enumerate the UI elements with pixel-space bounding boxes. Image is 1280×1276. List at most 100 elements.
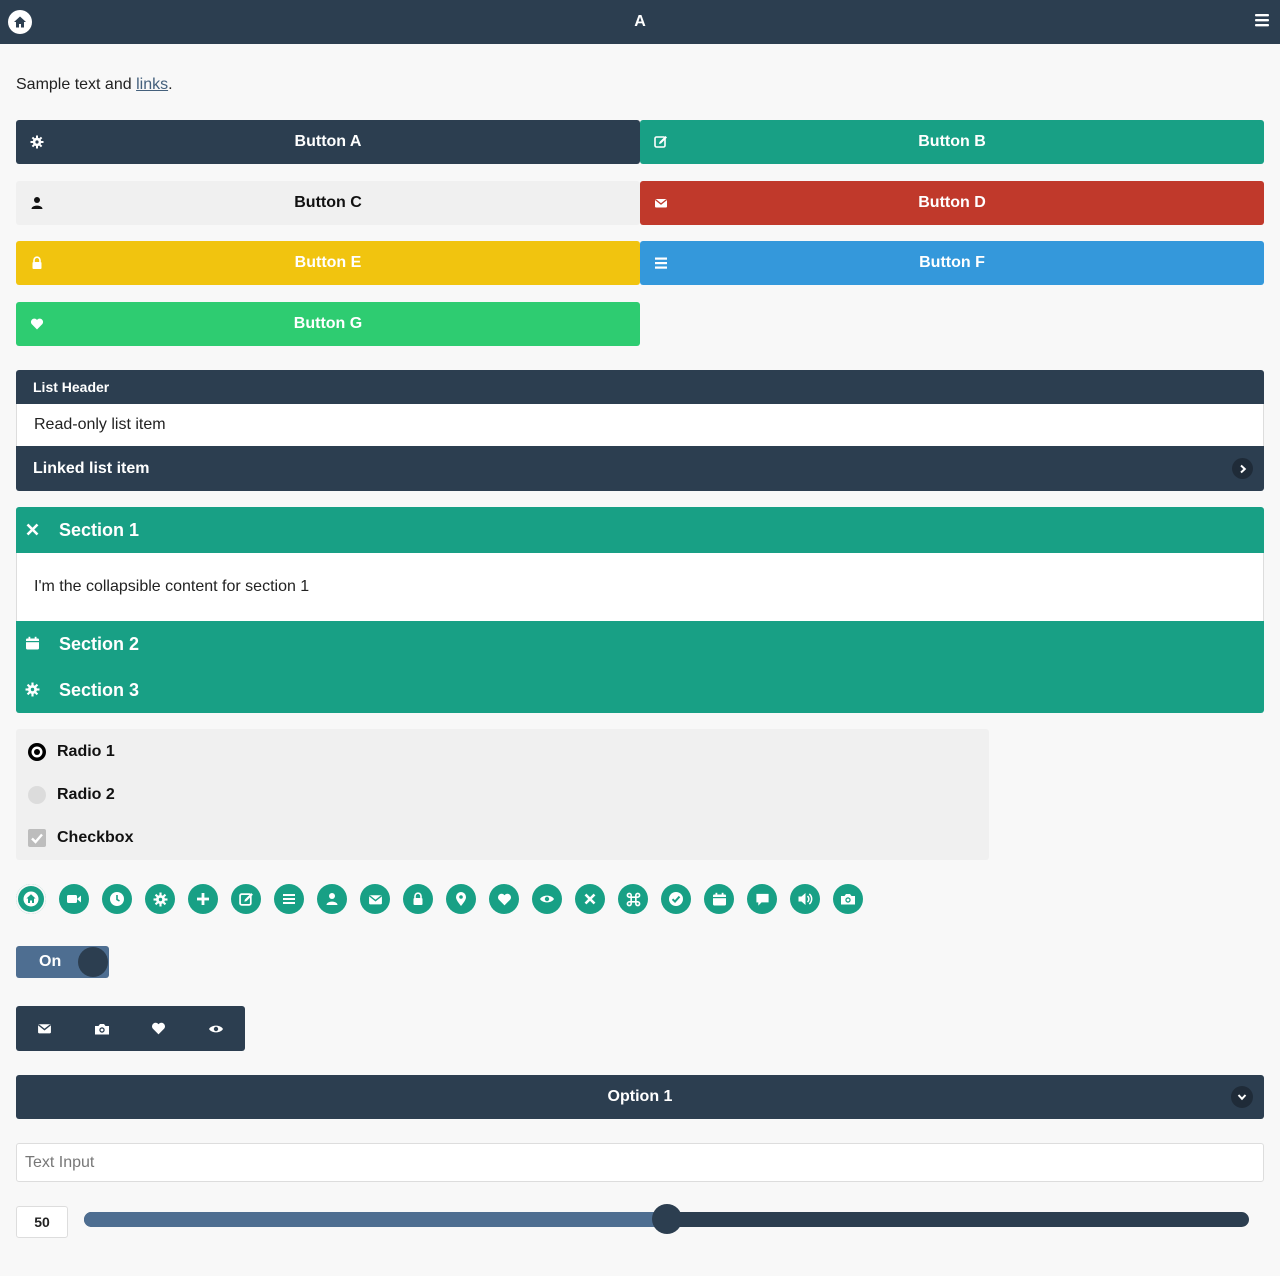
gear-icon bbox=[153, 892, 167, 906]
button-d[interactable]: Button D bbox=[640, 181, 1264, 225]
page-title: A bbox=[634, 13, 646, 30]
collapsible-section-3-title: Section 3 bbox=[59, 680, 140, 700]
bars-icon bbox=[1255, 14, 1269, 27]
chevron-down-icon bbox=[1231, 1086, 1253, 1108]
button-e-label: Button E bbox=[294, 254, 362, 271]
icon-button-calendar[interactable] bbox=[704, 884, 734, 914]
icon-button-eye[interactable] bbox=[532, 884, 562, 914]
calendar-icon bbox=[26, 636, 39, 650]
icon-button-video[interactable] bbox=[59, 884, 89, 914]
button-c-label: Button C bbox=[294, 194, 362, 211]
mail-icon bbox=[368, 894, 382, 904]
text-input[interactable] bbox=[16, 1143, 1264, 1182]
icon-button-home[interactable] bbox=[16, 884, 46, 914]
button-d-label: Button D bbox=[918, 194, 986, 211]
list-item-linked-label: Linked list item bbox=[33, 460, 150, 477]
menu-button[interactable] bbox=[1254, 12, 1270, 30]
radio-1[interactable]: Radio 1 bbox=[16, 730, 989, 773]
button-e[interactable]: Button E bbox=[16, 241, 640, 285]
radio-2-label: Radio 2 bbox=[57, 786, 115, 803]
edit-icon bbox=[654, 136, 667, 148]
list-item-readonly: Read-only list item bbox=[16, 404, 1264, 446]
icon-button-lock[interactable] bbox=[403, 884, 433, 914]
intro-text: Sample text and links. bbox=[16, 76, 173, 94]
navbar-item-mail[interactable] bbox=[16, 1006, 73, 1051]
video-icon bbox=[67, 895, 81, 903]
select-menu-value: Option 1 bbox=[607, 1088, 673, 1105]
command-icon bbox=[626, 892, 640, 906]
close-icon bbox=[26, 523, 39, 536]
icon-button-audio[interactable] bbox=[790, 884, 820, 914]
icon-button-bars[interactable] bbox=[274, 884, 304, 914]
icon-button-command[interactable] bbox=[618, 884, 648, 914]
calendar-icon bbox=[712, 892, 726, 905]
select-menu[interactable]: Option 1 bbox=[16, 1075, 1264, 1119]
button-b[interactable]: Button B bbox=[640, 120, 1264, 164]
collapsible-section-2[interactable]: Section 2 bbox=[16, 621, 1264, 667]
checkbox[interactable]: Checkbox bbox=[16, 816, 989, 859]
camera-icon bbox=[94, 1023, 109, 1034]
lock-icon bbox=[32, 256, 42, 269]
collapsible-section-3[interactable]: Section 3 bbox=[16, 667, 1264, 713]
icon-button-location[interactable] bbox=[446, 884, 476, 914]
checkbox-label: Checkbox bbox=[57, 829, 134, 846]
button-a[interactable]: Button A bbox=[16, 120, 640, 164]
list-item-linked[interactable]: Linked list item bbox=[16, 446, 1264, 491]
icon-button-close[interactable] bbox=[575, 884, 605, 914]
clock-icon bbox=[110, 892, 124, 906]
icon-button-clock[interactable] bbox=[102, 884, 132, 914]
collapsible-section-1[interactable]: Section 1 bbox=[16, 507, 1264, 553]
intro-text-before: Sample text and bbox=[16, 76, 137, 93]
heart-icon bbox=[30, 318, 44, 330]
flip-switch-label: On bbox=[39, 953, 62, 970]
button-g[interactable]: Button G bbox=[16, 302, 640, 346]
mail-icon bbox=[654, 198, 668, 208]
edit-icon bbox=[238, 892, 253, 906]
lock-icon bbox=[413, 892, 423, 905]
button-b-label: Button B bbox=[918, 133, 986, 150]
mail-icon bbox=[37, 1024, 52, 1034]
collapsible-section-1-content: I'm the collapsible content for section … bbox=[16, 553, 1264, 621]
button-c[interactable]: Button C bbox=[16, 181, 640, 225]
icon-button-user[interactable] bbox=[317, 884, 347, 914]
navbar-item-eye[interactable] bbox=[187, 1006, 244, 1051]
check-icon bbox=[669, 892, 683, 906]
listview: List Header Read-only list item Linked l… bbox=[16, 370, 1264, 491]
icon-button-edit[interactable] bbox=[231, 884, 261, 914]
slider-value-input[interactable]: 50 bbox=[16, 1206, 68, 1238]
plus-icon bbox=[197, 893, 209, 905]
slider-fill bbox=[84, 1212, 667, 1227]
eye-icon bbox=[540, 895, 554, 903]
close-icon bbox=[584, 893, 596, 905]
button-f[interactable]: Button F bbox=[640, 241, 1264, 285]
icon-button-heart[interactable] bbox=[489, 884, 519, 914]
flip-switch[interactable]: On bbox=[16, 946, 109, 978]
slider-handle[interactable] bbox=[652, 1204, 682, 1234]
user-icon bbox=[31, 197, 43, 209]
bars-icon bbox=[655, 257, 667, 269]
icon-button-gear[interactable] bbox=[145, 884, 175, 914]
collapsible-section-2-title: Section 2 bbox=[59, 634, 140, 654]
icon-button-comment[interactable] bbox=[747, 884, 777, 914]
radio-unchecked-icon bbox=[28, 786, 46, 804]
icon-button-plus[interactable] bbox=[188, 884, 218, 914]
audio-icon bbox=[798, 893, 813, 905]
button-a-label: Button A bbox=[294, 133, 362, 150]
gear-icon bbox=[25, 682, 40, 697]
icon-button-camera[interactable] bbox=[833, 884, 863, 914]
icon-button-check[interactable] bbox=[661, 884, 691, 914]
collapsible-set: Section 1 I'm the collapsible content fo… bbox=[16, 507, 1264, 713]
icon-button-mail[interactable] bbox=[360, 884, 390, 914]
intro-link[interactable]: links bbox=[136, 76, 168, 93]
header-bar: A bbox=[0, 0, 1280, 44]
camera-icon bbox=[841, 894, 855, 905]
flip-switch-handle[interactable] bbox=[78, 947, 108, 977]
heart-icon bbox=[152, 1022, 165, 1035]
radio-2[interactable]: Radio 2 bbox=[16, 773, 989, 816]
navbar-item-heart[interactable] bbox=[130, 1006, 187, 1051]
list-header: List Header bbox=[16, 370, 1264, 404]
gear-icon bbox=[30, 135, 44, 149]
form-controlgroup: Radio 1 Radio 2 Checkbox bbox=[16, 729, 989, 860]
navbar-item-camera[interactable] bbox=[73, 1006, 130, 1051]
collapsible-section-1-title: Section 1 bbox=[59, 520, 140, 540]
